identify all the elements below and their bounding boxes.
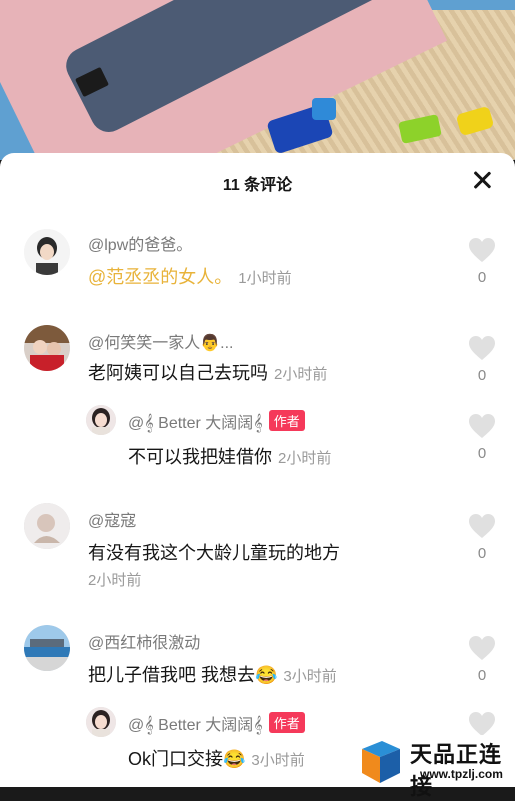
author-badge: 作者 xyxy=(268,712,305,733)
comment-body: 把儿子借我吧 我想去😂 xyxy=(88,665,278,685)
comment-time: 1小时前 xyxy=(238,270,292,287)
commenter-name[interactable]: @何笑笑一家人👨... xyxy=(88,329,234,353)
comment-time: 2小时前 xyxy=(278,450,332,467)
comment-time: 2小时前 xyxy=(88,572,142,589)
like-count: 0 xyxy=(477,445,487,462)
like-button[interactable]: 0 xyxy=(468,635,496,684)
like-button[interactable]: 0 xyxy=(468,513,496,562)
comment-text: 不可以我把娃借你 2小时前 xyxy=(128,443,331,469)
comments-count-title: 11 条评论 xyxy=(222,177,293,194)
avatar[interactable] xyxy=(24,229,70,275)
avatar[interactable] xyxy=(24,325,70,371)
avatar[interactable] xyxy=(86,707,116,737)
video-background xyxy=(0,0,515,160)
watermark: 天品正连接 www.tpzlj.com xyxy=(354,735,514,799)
mention-link[interactable]: @范丞丞的女人。 xyxy=(88,267,232,287)
like-button[interactable]: 0 xyxy=(468,335,496,384)
heart-icon xyxy=(469,514,495,538)
like-count: 0 xyxy=(477,667,487,684)
commenter-name[interactable]: @lpw的爸爸。 xyxy=(88,231,192,255)
like-count: 0 xyxy=(477,367,487,384)
toy-truck-top xyxy=(312,98,336,120)
commenter-name: @𝄞 Better 大阔阔𝄞 作者 xyxy=(128,711,305,735)
watermark-url: www.tpzlj.com xyxy=(420,767,503,781)
comment-time: 3小时前 xyxy=(251,752,305,769)
commenter-name: @𝄞 Better 大阔阔𝄞 作者 xyxy=(128,409,305,433)
comment-time: 3小时前 xyxy=(283,668,337,685)
like-count: 0 xyxy=(477,545,487,562)
avatar[interactable] xyxy=(24,625,70,671)
heart-icon xyxy=(469,712,495,736)
close-icon[interactable] xyxy=(471,169,493,191)
comment-body: 老阿姨可以自己去玩吗 xyxy=(88,363,268,383)
author-badge: 作者 xyxy=(268,410,305,431)
comment-text: 把儿子借我吧 我想去😂 3小时前 xyxy=(88,661,337,687)
heart-icon xyxy=(469,238,495,262)
commenter-name[interactable]: @寇寇 xyxy=(88,507,136,531)
like-button[interactable]: 0 xyxy=(468,237,496,286)
comments-sheet: 11 条评论 @lpw的爸爸。 @范丞丞的女人。 1小时前 0 @何笑笑一家人👨.… xyxy=(0,153,515,787)
heart-icon xyxy=(469,414,495,438)
avatar[interactable] xyxy=(86,405,116,435)
like-button[interactable]: 0 xyxy=(468,413,496,462)
comment-body: 不可以我把娃借你 xyxy=(128,447,272,467)
comment-text: 老阿姨可以自己去玩吗 2小时前 xyxy=(88,359,327,385)
sheet-header: 11 条评论 xyxy=(0,153,515,209)
reply-author-name[interactable]: @𝄞 Better 大阔阔𝄞 xyxy=(128,717,263,734)
commenter-name[interactable]: @西红柿很激动 xyxy=(88,629,200,653)
like-button[interactable] xyxy=(468,711,496,737)
heart-icon xyxy=(469,336,495,360)
comment-text: @范丞丞的女人。 1小时前 xyxy=(88,263,292,289)
comment-body: Ok门口交接😂 xyxy=(128,749,246,769)
comment-text: 有没有我这个大龄儿童玩的地方 xyxy=(88,543,340,563)
comment-text: Ok门口交接😂 3小时前 xyxy=(128,745,305,771)
avatar[interactable] xyxy=(24,503,70,549)
heart-icon xyxy=(469,636,495,660)
watermark-logo-icon xyxy=(362,741,400,783)
reply-author-name[interactable]: @𝄞 Better 大阔阔𝄞 xyxy=(128,415,263,432)
comment-time: 2小时前 xyxy=(274,366,328,383)
like-count: 0 xyxy=(477,269,487,286)
